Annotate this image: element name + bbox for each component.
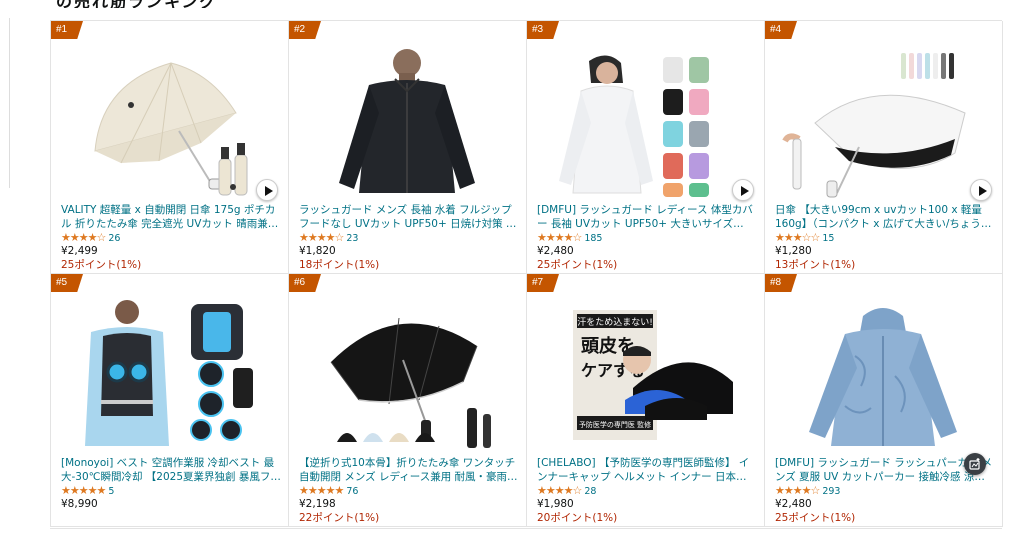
rating-count[interactable]: 23	[346, 233, 358, 244]
points: 25ポイント(1%)	[61, 259, 142, 271]
product-title-link[interactable]: [Monoyoi] ベスト 空調作業服 冷却ベスト 最大-30℃瞬間冷却 【20…	[61, 456, 281, 484]
divider	[50, 528, 1002, 529]
price: ¥2,480	[537, 245, 574, 257]
rank-badge: #1	[51, 21, 83, 39]
product-title-link[interactable]: [CHELABO] 【予防医学の専門医師監修】 インナーキャップ ヘルメット イ…	[537, 456, 757, 484]
product-title-link[interactable]: VALITY 超軽量 x 自動開閉 日傘 175g ポチカル 折りたたみ傘 完全…	[61, 203, 281, 231]
rating[interactable]: ★★★★☆ 28	[537, 484, 596, 498]
rank-badge: #7	[527, 274, 559, 292]
star-rating-icon: ★★★★☆	[299, 231, 344, 244]
play-video-icon[interactable]	[256, 179, 278, 201]
price: ¥2,198	[299, 498, 336, 510]
product-card[interactable]: #4 日傘 【大きい99cm x uvカット100 x 軽量160g】（コンパク…	[765, 21, 1003, 274]
play-video-icon[interactable]	[970, 179, 992, 201]
image-text: 予防医学の専門医 監修	[579, 420, 651, 429]
product-grid: #1 VALITY 超軽量 x 自動開閉 日傘 175g ポチカル 折りたたみ傘…	[50, 20, 1003, 527]
star-rating-icon: ★★★★☆	[537, 231, 582, 244]
product-title-link[interactable]: 日傘 【大きい99cm x uvカット100 x 軽量160g】（コンパクト x…	[775, 203, 995, 231]
product-title-link[interactable]: 【逆折り式10本骨】折りたたみ傘 ワンタッチ自動開閉 メンズ レディース兼用 耐…	[299, 456, 519, 484]
rank-badge: #8	[765, 274, 797, 292]
product-image[interactable]	[775, 43, 991, 199]
product-card[interactable]: #3 [DMFU] ラッシュガード レディース 体型カバー 長袖 UVカット U…	[527, 21, 765, 274]
points: 25ポイント(1%)	[537, 259, 618, 271]
product-card[interactable]: #1 VALITY 超軽量 x 自動開閉 日傘 175g ポチカル 折りたたみ傘…	[51, 21, 289, 274]
star-rating-icon: ★★★★★	[61, 484, 106, 497]
feedback-icon[interactable]	[964, 453, 986, 475]
star-rating-icon: ★★★☆☆	[775, 231, 820, 244]
rating-count[interactable]: 26	[108, 233, 120, 244]
points: 18ポイント(1%)	[299, 259, 380, 271]
product-card[interactable]: #7 汗をため込まない! 頭皮を ケアする 予防医学の専門医 監修 [CHELA…	[527, 274, 765, 527]
rank-badge: #3	[527, 21, 559, 39]
rating[interactable]: ★★★★☆ 293	[775, 484, 840, 498]
price: ¥1,820	[299, 245, 336, 257]
product-image[interactable]: 汗をため込まない! 頭皮を ケアする 予防医学の専門医 監修	[537, 296, 753, 452]
product-title-link[interactable]: [DMFU] ラッシュガード レディース 体型カバー 長袖 UVカット UPF5…	[537, 203, 757, 231]
rating-count[interactable]: 293	[822, 486, 840, 497]
rating-count[interactable]: 5	[108, 486, 114, 497]
rating[interactable]: ★★★★☆ 23	[299, 231, 358, 245]
product-card[interactable]: #8 [DMFU] ラッシュガード ラッシュパーカー メンズ 夏服 UV カット…	[765, 274, 1003, 527]
rating[interactable]: ★★★★☆ 185	[537, 231, 602, 245]
rating[interactable]: ★★★★★ 5	[61, 484, 114, 498]
product-image[interactable]	[61, 43, 277, 199]
rating-count[interactable]: 76	[346, 486, 358, 497]
star-rating-icon: ★★★★☆	[775, 484, 820, 497]
product-image[interactable]	[537, 43, 753, 199]
rank-badge: #5	[51, 274, 83, 292]
product-title-link[interactable]: [DMFU] ラッシュガード ラッシュパーカー メンズ 夏服 UV カットパーカ…	[775, 456, 995, 484]
play-video-icon[interactable]	[732, 179, 754, 201]
rating-count[interactable]: 28	[584, 486, 596, 497]
price: ¥1,280	[775, 245, 812, 257]
rating[interactable]: ★★★★☆ 26	[61, 231, 120, 245]
product-title-link[interactable]: ラッシュガード メンズ 長袖 水着 フルジップ フードなし UVカット UPF5…	[299, 203, 519, 231]
rating-count[interactable]: 185	[584, 233, 602, 244]
rating[interactable]: ★★★★★ 76	[299, 484, 358, 498]
product-image[interactable]	[299, 43, 515, 199]
rank-badge: #6	[289, 274, 321, 292]
price: ¥8,990	[61, 498, 98, 510]
rating[interactable]: ★★★☆☆ 15	[775, 231, 834, 245]
product-image[interactable]	[775, 296, 991, 452]
points: 13ポイント(1%)	[775, 259, 856, 271]
star-rating-icon: ★★★★★	[299, 484, 344, 497]
product-card[interactable]: #5 [Monoyoi] ベスト 空調作業服 冷却ベスト 最大-30℃瞬間冷却 …	[51, 274, 289, 527]
product-card[interactable]: #2 ラッシュガード メンズ 長袖 水着 フルジップ フードなし UVカット U…	[289, 21, 527, 274]
divider	[9, 18, 10, 188]
star-rating-icon: ★★★★☆	[61, 231, 106, 244]
product-image[interactable]	[299, 296, 515, 452]
points: 25ポイント(1%)	[775, 512, 856, 524]
price: ¥2,499	[61, 245, 98, 257]
rank-badge: #2	[289, 21, 321, 39]
product-card[interactable]: #6 【逆折り式10本骨】折りたたみ傘 ワンタッチ自動開閉 メンズ レディース兼…	[289, 274, 527, 527]
price: ¥2,480	[775, 498, 812, 510]
section-heading: の売れ筋ランキング	[56, 0, 316, 8]
rating-count[interactable]: 15	[822, 233, 834, 244]
product-image[interactable]	[61, 296, 277, 452]
rank-badge: #4	[765, 21, 797, 39]
price: ¥1,980	[537, 498, 574, 510]
image-text: 汗をため込まない!	[577, 316, 653, 328]
star-rating-icon: ★★★★☆	[537, 484, 582, 497]
points: 20ポイント(1%)	[537, 512, 618, 524]
points: 22ポイント(1%)	[299, 512, 380, 524]
